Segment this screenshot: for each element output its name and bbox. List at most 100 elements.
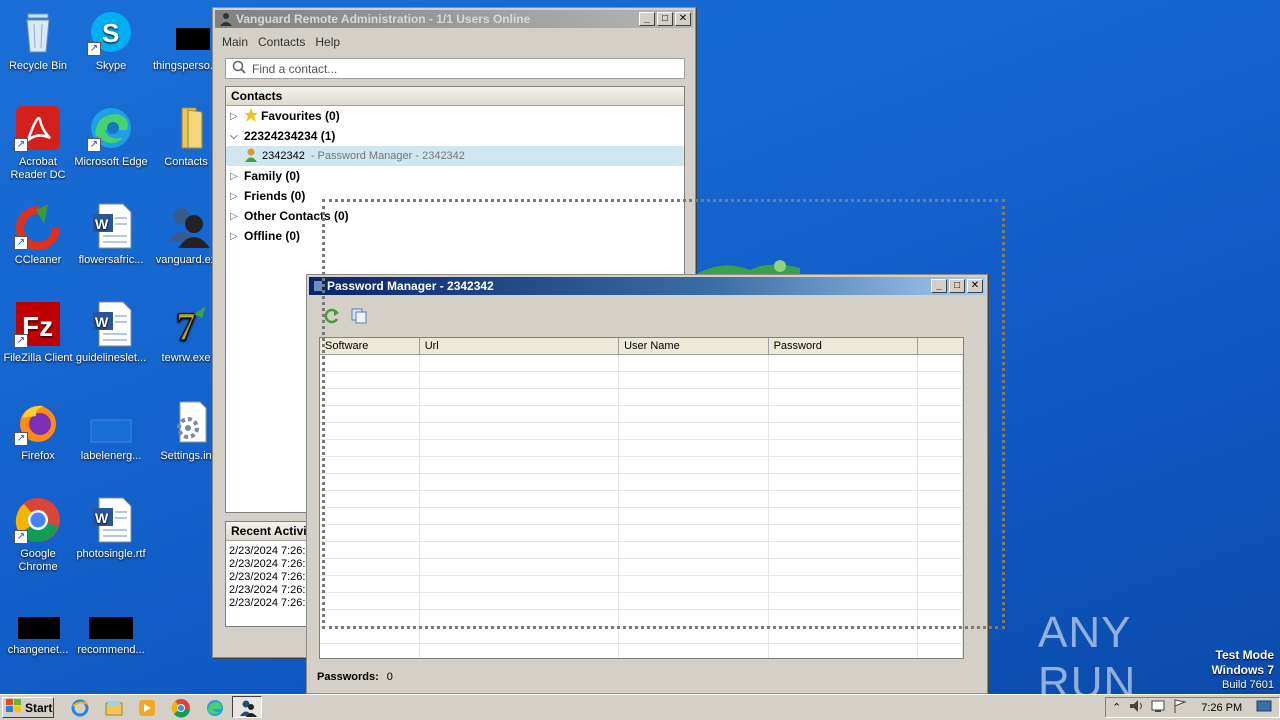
group-family[interactable]: ▷ Family (0)	[226, 166, 684, 186]
7zip-icon: 7	[162, 300, 210, 350]
settings-file-icon	[162, 398, 210, 446]
vanguard-titlebar[interactable]: Vanguard Remote Administration - 1/1 Use…	[215, 10, 693, 28]
desktop-icon-skype[interactable]: S ↗ Skype	[73, 8, 149, 73]
desktop-icon-changenet[interactable]: changenet...	[0, 614, 76, 657]
refresh-button[interactable]	[323, 307, 343, 325]
table-cell-empty	[420, 508, 620, 524]
table-cell-empty	[619, 576, 769, 592]
column-header-url[interactable]: Url	[420, 338, 620, 354]
table-cell-empty	[769, 389, 919, 405]
table-cell-empty	[420, 372, 620, 388]
table-cell-empty	[918, 627, 963, 643]
table-cell-empty	[619, 440, 769, 456]
desktop-icon-edge[interactable]: ↗ Microsoft Edge	[73, 104, 149, 169]
table-row-empty	[320, 389, 963, 406]
menubar: Main Contacts Help	[217, 32, 345, 52]
taskbar-vanguard-button[interactable]	[232, 696, 262, 718]
table-cell-empty	[769, 542, 919, 558]
group-label: Other Contacts (0)	[244, 209, 349, 223]
table-cell-empty	[619, 389, 769, 405]
ccleaner-icon: ↗	[14, 202, 62, 250]
chevron-right-icon: ▷	[230, 210, 238, 222]
taskbar-media-player-icon[interactable]	[137, 698, 157, 718]
action-center-flag-icon[interactable]	[1173, 699, 1187, 716]
desktop-icon-recommend[interactable]: recommend...	[73, 614, 149, 657]
network-icon[interactable]	[1151, 699, 1167, 716]
close-button[interactable]: ✕	[675, 12, 691, 26]
password-manager-titlebar[interactable]: Password Manager - 2342342	[309, 277, 985, 295]
column-header-software[interactable]: Software	[320, 338, 420, 354]
table-row-empty	[320, 474, 963, 491]
close-button[interactable]: ✕	[967, 279, 983, 293]
table-cell-empty	[769, 508, 919, 524]
word-document-icon: W	[87, 202, 135, 250]
password-manager-window[interactable]: Password Manager - 2342342 _ □ ✕ Softwar…	[306, 274, 988, 694]
desktop-icon-guidelineslet[interactable]: W guidelineslet...	[73, 300, 149, 365]
maximize-button[interactable]: □	[657, 12, 673, 26]
group-other-contacts[interactable]: ▷ Other Contacts (0)	[226, 206, 684, 226]
table-row-empty	[320, 440, 963, 457]
desktop-icon-labelenerg[interactable]: labelenerg...	[73, 398, 149, 463]
vanguard-app-icon	[239, 699, 257, 720]
svg-text:W: W	[95, 216, 109, 232]
passwords-status: Passwords: 0	[317, 671, 393, 683]
copy-button[interactable]	[350, 307, 370, 325]
taskbar-edge-icon[interactable]	[205, 698, 225, 718]
group-favourites[interactable]: ▷ Favourites (0)	[226, 106, 684, 126]
table-cell-empty	[769, 355, 919, 371]
table-cell-empty	[420, 406, 620, 422]
taskbar-chrome-icon[interactable]	[171, 698, 191, 718]
table-cell-empty	[420, 610, 620, 626]
group-friends[interactable]: ▷ Friends (0)	[226, 186, 684, 206]
desktop-icon-firefox[interactable]: ↗ Firefox	[0, 398, 76, 463]
table-cell-empty	[769, 576, 919, 592]
refresh-icon	[323, 308, 341, 328]
table-row-empty	[320, 372, 963, 389]
desktop-icon-chrome[interactable]: ↗ Google Chrome	[0, 496, 76, 574]
passwords-count: 0	[386, 671, 393, 683]
desktop-icon-recycle-bin[interactable]: Recycle Bin	[0, 8, 76, 73]
group-offline[interactable]: ▷ Offline (0)	[226, 226, 684, 246]
table-cell-empty	[420, 627, 620, 643]
search-input[interactable]: Find a contact...	[225, 58, 685, 79]
group-label: Family (0)	[244, 169, 301, 183]
password-table[interactable]: Software Url User Name Password	[319, 337, 964, 659]
menu-main[interactable]: Main	[217, 32, 253, 52]
table-cell-empty	[619, 559, 769, 575]
app-icon	[313, 279, 323, 293]
desktop-icon-flowersafric[interactable]: W flowersafric...	[73, 202, 149, 267]
start-button[interactable]: Start	[2, 697, 54, 718]
minimize-button[interactable]: _	[931, 279, 947, 293]
window-controls: _ □ ✕	[931, 279, 983, 293]
group-label: Favourites (0)	[261, 109, 340, 123]
shortcut-arrow-icon: ↗	[14, 530, 28, 544]
group-22324234234[interactable]: ⌵ 22324234234 (1)	[226, 126, 684, 146]
table-cell-empty	[420, 440, 620, 456]
taskbar-explorer-icon[interactable]	[104, 698, 124, 718]
minimize-button[interactable]: _	[639, 12, 655, 26]
show-desktop-icon[interactable]	[1256, 700, 1272, 715]
table-cell-empty	[769, 627, 919, 643]
shortcut-arrow-icon: ↗	[14, 432, 28, 446]
maximize-button[interactable]: □	[949, 279, 965, 293]
desktop-icon-ccleaner[interactable]: ↗ CCleaner	[0, 202, 76, 267]
contact-row[interactable]: 2342342 - Password Manager - 2342342	[226, 146, 684, 166]
table-cell-empty	[918, 610, 963, 626]
menu-contacts[interactable]: Contacts	[253, 32, 310, 52]
desktop-icon-acrobat[interactable]: ↗ Acrobat Reader DC	[0, 104, 76, 182]
shortcut-arrow-icon: ↗	[14, 138, 28, 152]
table-cell-empty	[320, 474, 420, 490]
show-hidden-icons-icon[interactable]: ⌃	[1112, 701, 1121, 714]
clock[interactable]: 7:26 PM	[1201, 702, 1242, 714]
table-cell-empty	[769, 423, 919, 439]
desktop-icon-photosingle[interactable]: W photosingle.rtf	[73, 496, 149, 561]
table-header: Software Url User Name Password	[320, 338, 963, 355]
desktop-icon-filezilla[interactable]: Fz ↗ FileZilla Client	[0, 300, 76, 365]
volume-icon[interactable]	[1129, 699, 1145, 716]
column-header-user-name[interactable]: User Name	[619, 338, 769, 354]
column-header-password[interactable]: Password	[769, 338, 919, 354]
word-document-icon: W	[87, 496, 135, 544]
skype-icon: S ↗	[87, 8, 135, 56]
menu-help[interactable]: Help	[310, 32, 345, 52]
taskbar-ie-icon[interactable]	[70, 698, 90, 718]
